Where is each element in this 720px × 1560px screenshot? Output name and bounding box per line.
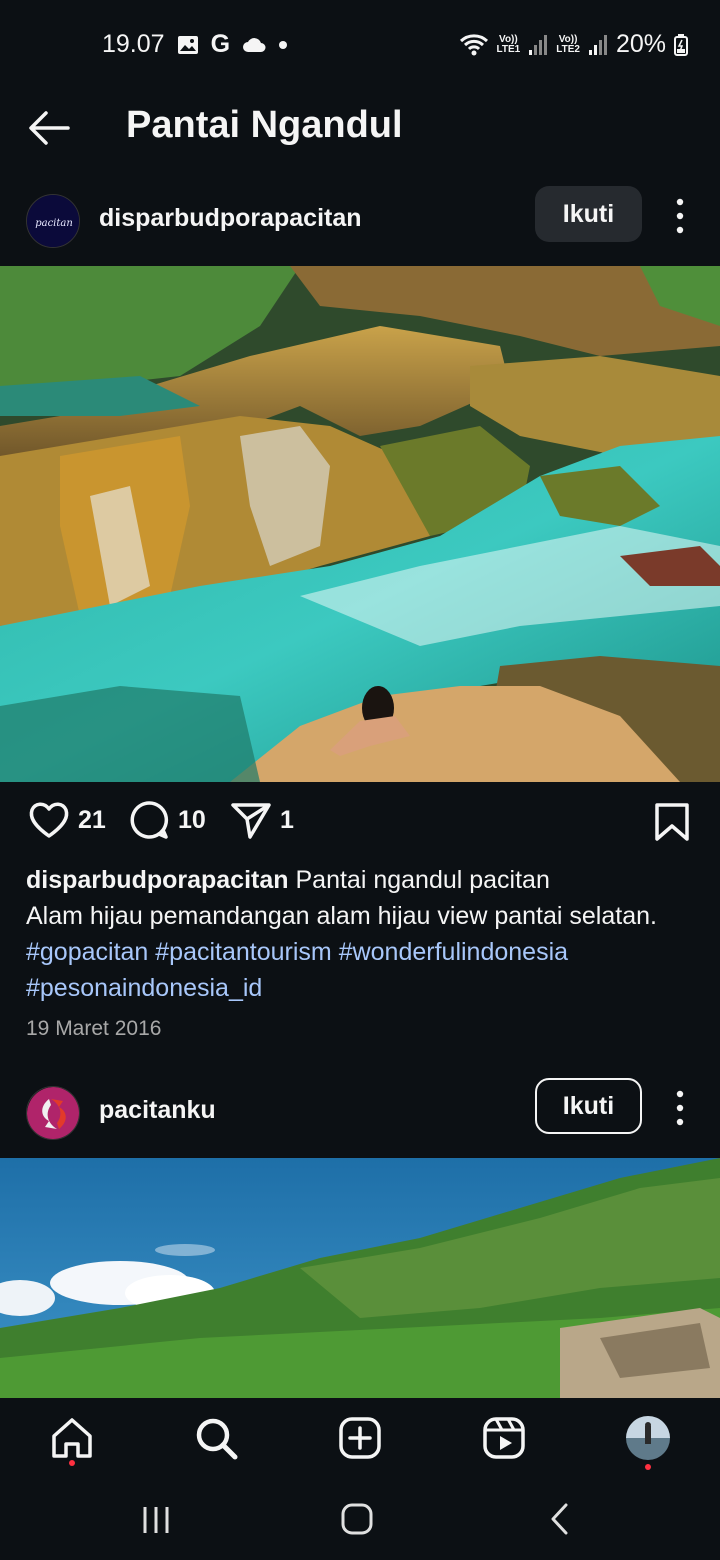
heart-icon[interactable] [28,800,70,840]
post-caption: disparbudporapacitan Pantai ngandul paci… [26,862,696,1006]
comment-icon[interactable] [128,800,170,840]
post-header: pacitanku Ikuti [0,1068,720,1156]
post-username[interactable]: disparbudporapacitan [99,204,362,233]
lte1-indicator: Vo)) LTE1 [496,33,521,55]
recent-apps-icon[interactable] [140,1504,172,1536]
post-actions: 21 10 1 [0,800,720,848]
back-system-icon[interactable] [546,1502,574,1536]
lte2-indicator: Vo)) LTE2 [556,33,580,55]
caption-username[interactable]: disparbudporapacitan [26,866,289,894]
hashtags[interactable]: #pesonaindonesia_id [26,970,696,1006]
battery-icon [674,33,688,56]
status-bar: 19.07 G Vo)) LTE1 Vo)) LTE2 20% [0,0,720,92]
home-system-icon[interactable] [340,1502,374,1536]
follow-button[interactable]: Ikuti [535,186,642,242]
notification-dot-icon [279,40,288,49]
like-count[interactable]: 21 [78,806,106,835]
wifi-icon [459,33,488,55]
post-photo[interactable] [0,266,720,782]
comment-group[interactable]: 10 [128,800,206,840]
like-group[interactable]: 21 [28,800,106,840]
profile-avatar[interactable] [626,1416,670,1460]
bookmark-icon[interactable] [654,802,690,842]
back-arrow-icon[interactable] [28,108,70,148]
page-title: Pantai Ngandul [126,104,403,146]
caption-text: Pantai ngandul pacitan [288,866,550,894]
signal-icon [529,34,548,55]
avatar-logo-text: pacitan [35,218,73,229]
search-icon[interactable] [194,1416,238,1460]
caption-text-line: Alam hijau pemandangan alam hijau view p… [26,902,657,930]
more-options-icon[interactable] [672,196,688,236]
post-photo[interactable] [0,1158,720,1398]
post-header: pacitan disparbudporapacitan Ikuti [0,176,720,264]
more-options-icon[interactable] [672,1088,688,1128]
home-icon[interactable] [50,1416,94,1460]
home-notification-dot [69,1460,75,1466]
follow-button[interactable]: Ikuti [535,1078,642,1134]
gallery-icon [177,35,198,54]
create-post-icon[interactable] [338,1416,382,1460]
share-group[interactable]: 1 [230,800,294,840]
avatar[interactable] [26,1086,80,1140]
status-time: 19.07 [102,30,165,58]
post-username[interactable]: pacitanku [99,1096,216,1125]
system-nav-bar [0,1480,720,1560]
top-bar: Pantai Ngandul [0,92,720,164]
reels-icon[interactable] [482,1416,526,1460]
signal-icon [588,34,607,55]
bottom-nav [0,1398,720,1480]
avatar[interactable]: pacitan [26,194,80,248]
comment-count[interactable]: 10 [178,806,206,835]
share-icon[interactable] [230,800,272,840]
battery-percent: 20% [615,30,666,58]
share-count[interactable]: 1 [280,806,294,835]
cloud-icon [243,37,266,52]
profile-notification-dot [645,1464,651,1470]
post-date: 19 Maret 2016 [26,1017,162,1040]
hashtags[interactable]: #gopacitan #pacitantourism #wonderfulind… [26,934,696,970]
google-icon: G [210,30,231,58]
